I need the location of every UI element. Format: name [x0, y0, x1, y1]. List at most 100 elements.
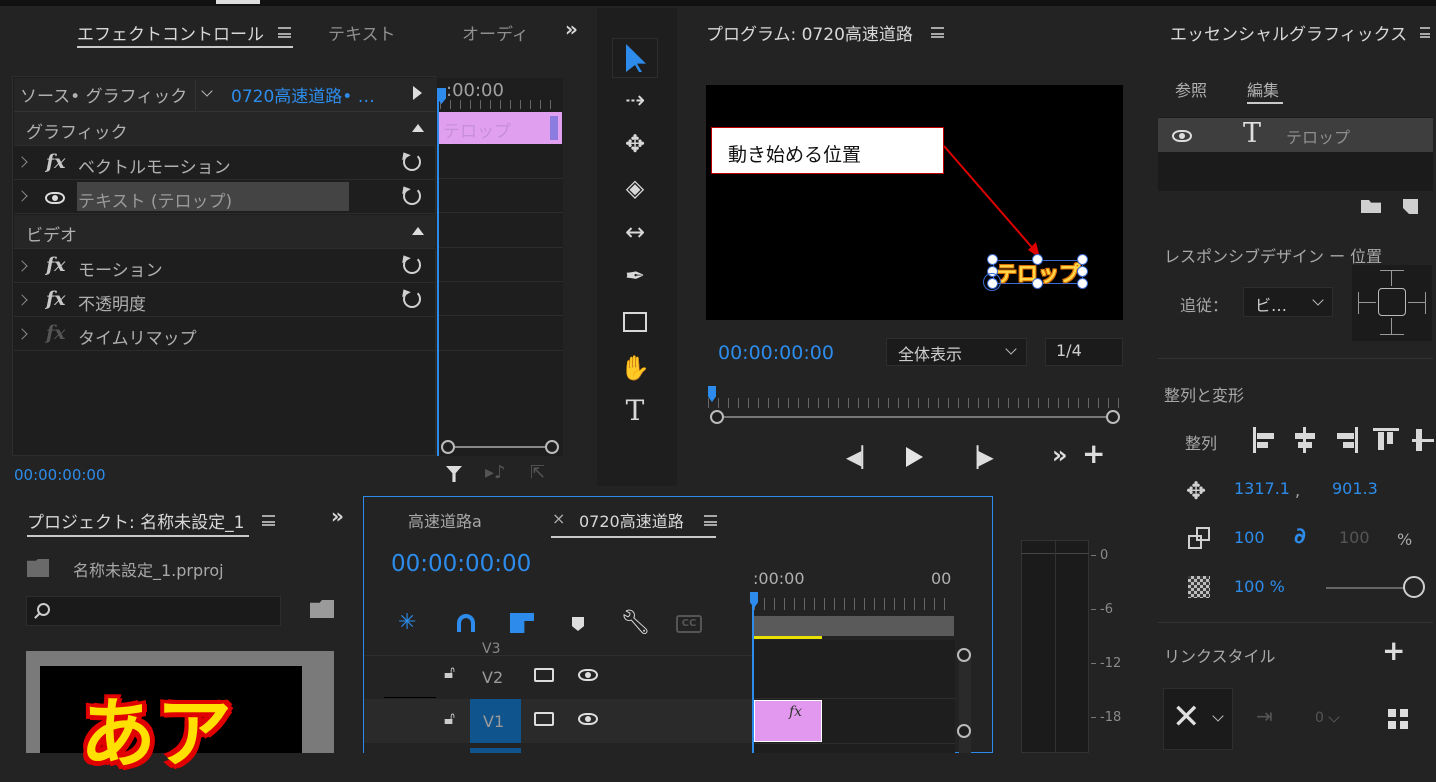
lock-icon[interactable]: 🔓︎: [444, 709, 455, 729]
snap-insert-icon[interactable]: ✳: [398, 610, 416, 635]
rectangle-tool-icon[interactable]: [623, 312, 647, 332]
program-title[interactable]: プログラム: 0720高速道路: [706, 20, 913, 45]
eye-icon[interactable]: [578, 713, 598, 725]
work-area-bar[interactable]: [754, 636, 822, 639]
essential-graphics-title[interactable]: エッセンシャルグラフィックス: [1170, 20, 1407, 45]
play-only-icon[interactable]: [413, 86, 422, 100]
find-bin-icon[interactable]: [310, 600, 334, 618]
align-right-icon[interactable]: [1333, 427, 1359, 453]
wrench-settings-icon[interactable]: 🔧︎: [620, 608, 650, 636]
align-center-icon[interactable]: [1292, 427, 1318, 453]
tab-edit[interactable]: 編集: [1247, 77, 1279, 101]
collapse-icon[interactable]: [412, 124, 424, 132]
transform-handle[interactable]: [1077, 266, 1088, 277]
overflow-chevron-icon[interactable]: »: [565, 17, 578, 41]
position-x[interactable]: 1317.1: [1234, 479, 1290, 498]
close-tab-icon[interactable]: ×: [552, 509, 565, 528]
overflow-chevron-icon[interactable]: »: [331, 504, 344, 528]
align-top-icon[interactable]: [1373, 427, 1399, 453]
clip-name[interactable]: 0720高速道路• …: [231, 82, 375, 107]
scroll-handle-top[interactable]: [957, 648, 971, 662]
reset-icon[interactable]: [403, 290, 421, 308]
tab-text[interactable]: テキスト: [328, 20, 396, 45]
tab-sequence-a[interactable]: 高速道路a: [408, 508, 482, 532]
folder-up-icon[interactable]: [27, 559, 49, 577]
transform-handle[interactable]: [987, 254, 998, 265]
eye-icon[interactable]: [1172, 130, 1192, 142]
track-label-v1[interactable]: V1: [483, 712, 504, 731]
scroll-handle-bottom[interactable]: [957, 724, 971, 738]
sync-lock-icon[interactable]: [534, 668, 554, 682]
opacity-value[interactable]: 100 %: [1234, 577, 1285, 596]
menu-icon[interactable]: [262, 515, 275, 526]
text-layer-label[interactable]: テキスト (テロップ): [78, 187, 232, 212]
effect-timecode[interactable]: 00:00:00:00: [14, 466, 106, 484]
more-controls-icon[interactable]: »: [1052, 441, 1068, 469]
menu-icon[interactable]: [278, 27, 291, 38]
add-button-icon[interactable]: +: [1082, 437, 1105, 470]
transform-handle[interactable]: [1032, 254, 1043, 265]
zoom-handle-right[interactable]: [545, 440, 559, 454]
align-middle-icon[interactable]: [1412, 427, 1434, 453]
menu-icon[interactable]: [1420, 27, 1430, 38]
slip-tool-icon[interactable]: ↔: [612, 212, 658, 252]
playhead[interactable]: [437, 88, 439, 456]
program-timecode[interactable]: 00:00:00:00: [718, 342, 834, 364]
position-y[interactable]: 901.3: [1332, 479, 1378, 498]
transform-handle[interactable]: [1077, 278, 1088, 289]
track-label-v2[interactable]: V2: [482, 668, 503, 687]
tab-sequence-main[interactable]: 0720高速道路: [579, 508, 684, 532]
position-comma: ,: [1295, 481, 1301, 500]
fx-icon[interactable]: fx: [46, 254, 66, 276]
timeline-timecode[interactable]: 00:00:00:00: [391, 551, 531, 577]
collapse-icon[interactable]: [412, 227, 424, 235]
track-label-v3: V3: [482, 641, 501, 657]
ripple-edit-tool-icon[interactable]: ✥: [612, 124, 658, 164]
opacity-slider-handle[interactable]: [1403, 576, 1425, 598]
project-search-input[interactable]: [26, 596, 281, 626]
type-tool-icon[interactable]: T: [612, 390, 658, 430]
meter-label-0: 0: [1100, 548, 1109, 563]
link-scale-icon[interactable]: ∂: [1294, 524, 1306, 549]
anchor-point-icon[interactable]: [983, 273, 1001, 291]
grid-icon[interactable]: [1388, 709, 1408, 729]
hand-tool-icon[interactable]: ✋: [612, 348, 658, 388]
timeline-playhead[interactable]: [752, 600, 754, 753]
zoom-handle-right[interactable]: [1106, 410, 1120, 424]
tab-effect-controls[interactable]: エフェクトコントロール: [77, 20, 264, 45]
menu-icon[interactable]: [931, 27, 944, 38]
align-label: 整列: [1185, 434, 1218, 453]
menu-icon[interactable]: [704, 515, 717, 526]
zoom-handle-left[interactable]: [710, 410, 724, 424]
fx-icon[interactable]: fx: [46, 151, 66, 173]
tab-audio[interactable]: オーディ: [462, 20, 529, 45]
step-back-icon[interactable]: ◀▏: [846, 445, 877, 469]
magnet-icon[interactable]: [457, 614, 475, 632]
transform-handle[interactable]: [1077, 254, 1088, 265]
transform-handle[interactable]: [1032, 278, 1043, 289]
graphic-clip[interactable]: [754, 700, 822, 742]
zoom-handle-left[interactable]: [441, 440, 455, 454]
tab-browse[interactable]: 参照: [1175, 77, 1207, 101]
pen-tool-icon[interactable]: ✒: [612, 256, 658, 296]
lock-icon[interactable]: 🔓︎: [444, 663, 455, 683]
razor-tool-icon[interactable]: ◈: [612, 168, 658, 208]
track-select-tool-icon[interactable]: ⇢: [612, 80, 658, 120]
program-ruler[interactable]: [708, 398, 1120, 408]
section-video[interactable]: [14, 215, 436, 249]
sync-lock-icon[interactable]: [534, 712, 554, 726]
scale-value[interactable]: 100: [1234, 528, 1265, 547]
reset-icon[interactable]: [403, 187, 421, 205]
eye-icon[interactable]: [45, 192, 65, 204]
play-icon[interactable]: [906, 447, 923, 467]
timeline-ruler[interactable]: [754, 598, 954, 610]
fx-icon[interactable]: fx: [46, 288, 66, 310]
reset-icon[interactable]: [403, 256, 421, 274]
step-forward-icon[interactable]: ▕▶: [963, 445, 994, 469]
reset-icon[interactable]: [403, 153, 421, 171]
add-style-icon[interactable]: +: [1382, 634, 1405, 667]
opacity-slider[interactable]: [1326, 587, 1412, 589]
align-left-icon[interactable]: [1252, 427, 1278, 453]
eye-icon[interactable]: [578, 669, 598, 681]
project-title[interactable]: プロジェクト: 名称未設定_1: [27, 508, 244, 533]
